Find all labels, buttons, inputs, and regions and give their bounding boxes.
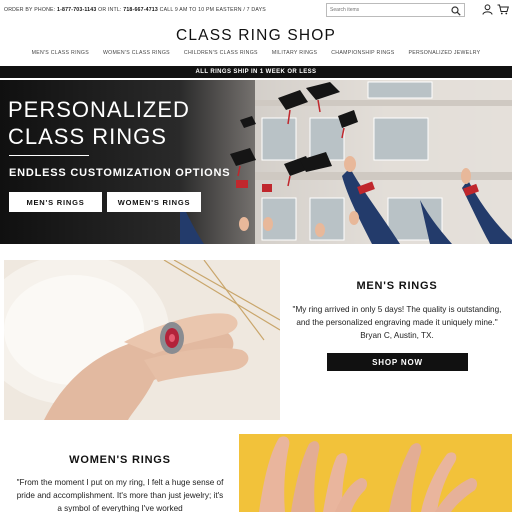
search-box xyxy=(326,3,465,17)
nav-item-championship-rings[interactable]: CHAMPIONSHIP RINGS xyxy=(324,50,401,56)
mens-ring-image xyxy=(4,260,280,420)
shipping-banner: ALL RINGS SHIP IN 1 WEEK OR LESS xyxy=(0,66,512,78)
intl-prefix: OR INTL: xyxy=(98,7,122,13)
mens-section-title: MEN'S RINGS xyxy=(356,280,438,292)
hero-subtitle: ENDLESS CUSTOMIZATION OPTIONS xyxy=(9,167,231,179)
nav-item-personalized-jewelry[interactable]: PERSONALIZED JEWELRY xyxy=(401,50,487,56)
womens-section-title: WOMEN'S RINGS xyxy=(69,454,171,466)
womens-testimonial: "From the moment I put on my ring, I fel… xyxy=(16,478,224,512)
hero-womens-rings-button[interactable]: WOMEN'S RINGS xyxy=(107,192,201,212)
womens-ring-image xyxy=(239,434,512,512)
hero-banner: PERSONALIZED CLASS RINGS ENDLESS CUSTOMI… xyxy=(0,80,512,244)
intl-phone-number[interactable]: 718-667-4713 xyxy=(123,7,158,13)
mens-ring-photo xyxy=(4,260,280,420)
user-account-icon[interactable] xyxy=(482,4,493,15)
womens-hands-photo xyxy=(239,434,512,512)
hero-title: PERSONALIZED CLASS RINGS xyxy=(8,96,190,150)
hero-divider xyxy=(9,155,89,156)
hero-title-line1: PERSONALIZED xyxy=(8,97,190,122)
nav-item-mens-class-rings[interactable]: MEN'S CLASS RINGS xyxy=(25,50,96,56)
main-nav: MEN'S CLASS RINGS WOMEN'S CLASS RINGS CH… xyxy=(0,50,512,56)
hero-mens-rings-button[interactable]: MEN'S RINGS xyxy=(9,192,102,212)
phone-prefix: ORDER BY PHONE: xyxy=(4,7,56,13)
mens-testimonial: "My ring arrived in only 5 days! The qua… xyxy=(292,305,502,340)
phone-number[interactable]: 1-877-703-1143 xyxy=(57,7,96,13)
phone-info: ORDER BY PHONE: 1-877-703-1143 OR INTL: … xyxy=(4,7,266,13)
mens-shop-now-button[interactable]: SHOP NOW xyxy=(327,353,468,371)
search-input[interactable] xyxy=(327,4,447,16)
nav-item-womens-class-rings[interactable]: WOMEN'S CLASS RINGS xyxy=(96,50,177,56)
hero-title-line2: CLASS RINGS xyxy=(8,124,167,149)
search-icon[interactable] xyxy=(451,6,461,16)
nav-item-childrens-class-rings[interactable]: CHILDREN'S CLASS RINGS xyxy=(177,50,265,56)
cart-icon[interactable] xyxy=(497,4,509,15)
nav-item-military-rings[interactable]: MILITARY RINGS xyxy=(265,50,324,56)
hours-text: CALL 9 AM TO 10 PM EASTERN / 7 DAYS xyxy=(159,7,266,13)
site-logo[interactable]: CLASS RING SHOP xyxy=(0,27,512,45)
